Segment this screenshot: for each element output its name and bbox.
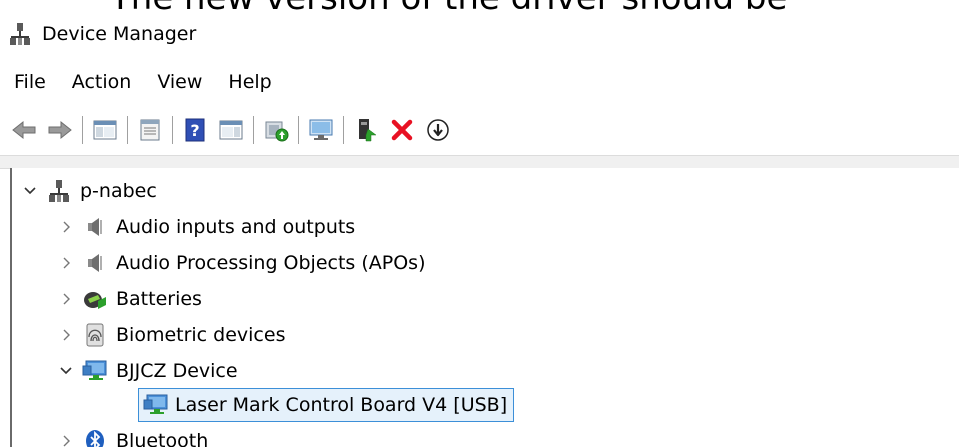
tree-item-batteries[interactable]: Batteries xyxy=(56,282,202,316)
tree-item-label: Bluetooth xyxy=(116,430,209,447)
tree-item-audio-processing[interactable]: Audio Processing Objects (APOs) xyxy=(56,246,426,280)
title-bar: Device Manager xyxy=(0,12,959,56)
tree-item-bjjcz-device[interactable]: BJJCZ Device xyxy=(56,354,238,388)
chevron-down-icon[interactable] xyxy=(20,181,40,201)
toolbar-separator xyxy=(253,116,254,144)
toolbar: ? xyxy=(0,108,959,152)
menu-action[interactable]: Action xyxy=(59,64,145,100)
tree-item-label: Biometric devices xyxy=(116,324,286,346)
monitor-icon xyxy=(82,358,108,384)
download-driver-button[interactable] xyxy=(422,114,454,146)
chevron-right-icon[interactable] xyxy=(56,325,76,345)
download-driver-icon xyxy=(427,119,449,141)
update-driver-button[interactable] xyxy=(260,114,292,146)
tree-item-label: BJJCZ Device xyxy=(116,360,238,382)
scan-hardware-icon xyxy=(309,119,333,140)
menu-help[interactable]: Help xyxy=(215,64,284,100)
enable-device-button[interactable] xyxy=(350,114,382,146)
chevron-down-icon[interactable] xyxy=(56,361,76,381)
chevron-right-icon[interactable] xyxy=(56,253,76,273)
tree-root-label: p-nabec xyxy=(80,180,157,202)
speaker-icon xyxy=(82,250,108,276)
toolbar-separator xyxy=(172,116,173,144)
toolbar-separator xyxy=(82,116,83,144)
chevron-right-icon[interactable] xyxy=(56,431,76,447)
update-driver-icon xyxy=(265,121,289,142)
back-icon xyxy=(12,120,36,140)
help-button[interactable]: ? xyxy=(179,114,211,146)
scan-hardware-button[interactable] xyxy=(305,114,337,146)
properties-button[interactable] xyxy=(134,114,166,146)
pane-divider xyxy=(0,155,959,169)
tree-item-label: Laser Mark Control Board V4 [USB] xyxy=(175,394,508,416)
fingerprint-icon xyxy=(82,322,108,348)
tree-item-label: Audio Processing Objects (APOs) xyxy=(116,252,426,274)
toolbar-separator xyxy=(343,116,344,144)
tree-item-label: Audio inputs and outputs xyxy=(116,216,356,238)
tree-item-biometric[interactable]: Biometric devices xyxy=(56,318,285,352)
menu-bar: File Action View Help xyxy=(0,62,959,102)
help-icon: ? xyxy=(185,118,205,142)
computer-icon xyxy=(46,178,72,204)
forward-icon xyxy=(48,120,72,140)
menu-view[interactable]: View xyxy=(144,64,215,100)
back-button[interactable] xyxy=(8,114,40,146)
enable-device-icon xyxy=(359,119,377,142)
device-tree: p-nabec Audio inputs and outputs Audio P… xyxy=(10,168,959,447)
tree-item-bluetooth[interactable]: Bluetooth xyxy=(56,424,208,447)
uninstall-device-icon xyxy=(391,119,413,141)
svg-text:?: ? xyxy=(190,121,199,140)
chevron-right-icon[interactable] xyxy=(56,289,76,309)
forward-button[interactable] xyxy=(44,114,76,146)
properties-icon xyxy=(140,119,160,141)
tree-item-audio-inputs[interactable]: Audio inputs and outputs xyxy=(56,210,355,244)
uninstall-device-button[interactable] xyxy=(386,114,418,146)
tree-item-label: Batteries xyxy=(116,288,202,310)
tree-root[interactable]: p-nabec xyxy=(20,174,157,208)
menu-file[interactable]: File xyxy=(0,64,59,100)
show-action-pane-icon xyxy=(219,120,243,140)
window-title: Device Manager xyxy=(42,23,197,45)
chevron-right-icon[interactable] xyxy=(56,217,76,237)
tree-item-laser-mark-board[interactable]: Laser Mark Control Board V4 [USB] xyxy=(138,388,515,422)
show-action-pane-button[interactable] xyxy=(215,114,247,146)
toolbar-separator xyxy=(298,116,299,144)
bluetooth-icon xyxy=(82,428,108,447)
toolbar-separator xyxy=(127,116,128,144)
device-manager-icon xyxy=(10,23,30,45)
show-hide-console-tree-button[interactable] xyxy=(89,114,121,146)
show-hide-console-tree-icon xyxy=(93,120,117,140)
speaker-icon xyxy=(82,214,108,240)
monitor-icon xyxy=(143,392,169,418)
battery-icon xyxy=(82,286,108,312)
